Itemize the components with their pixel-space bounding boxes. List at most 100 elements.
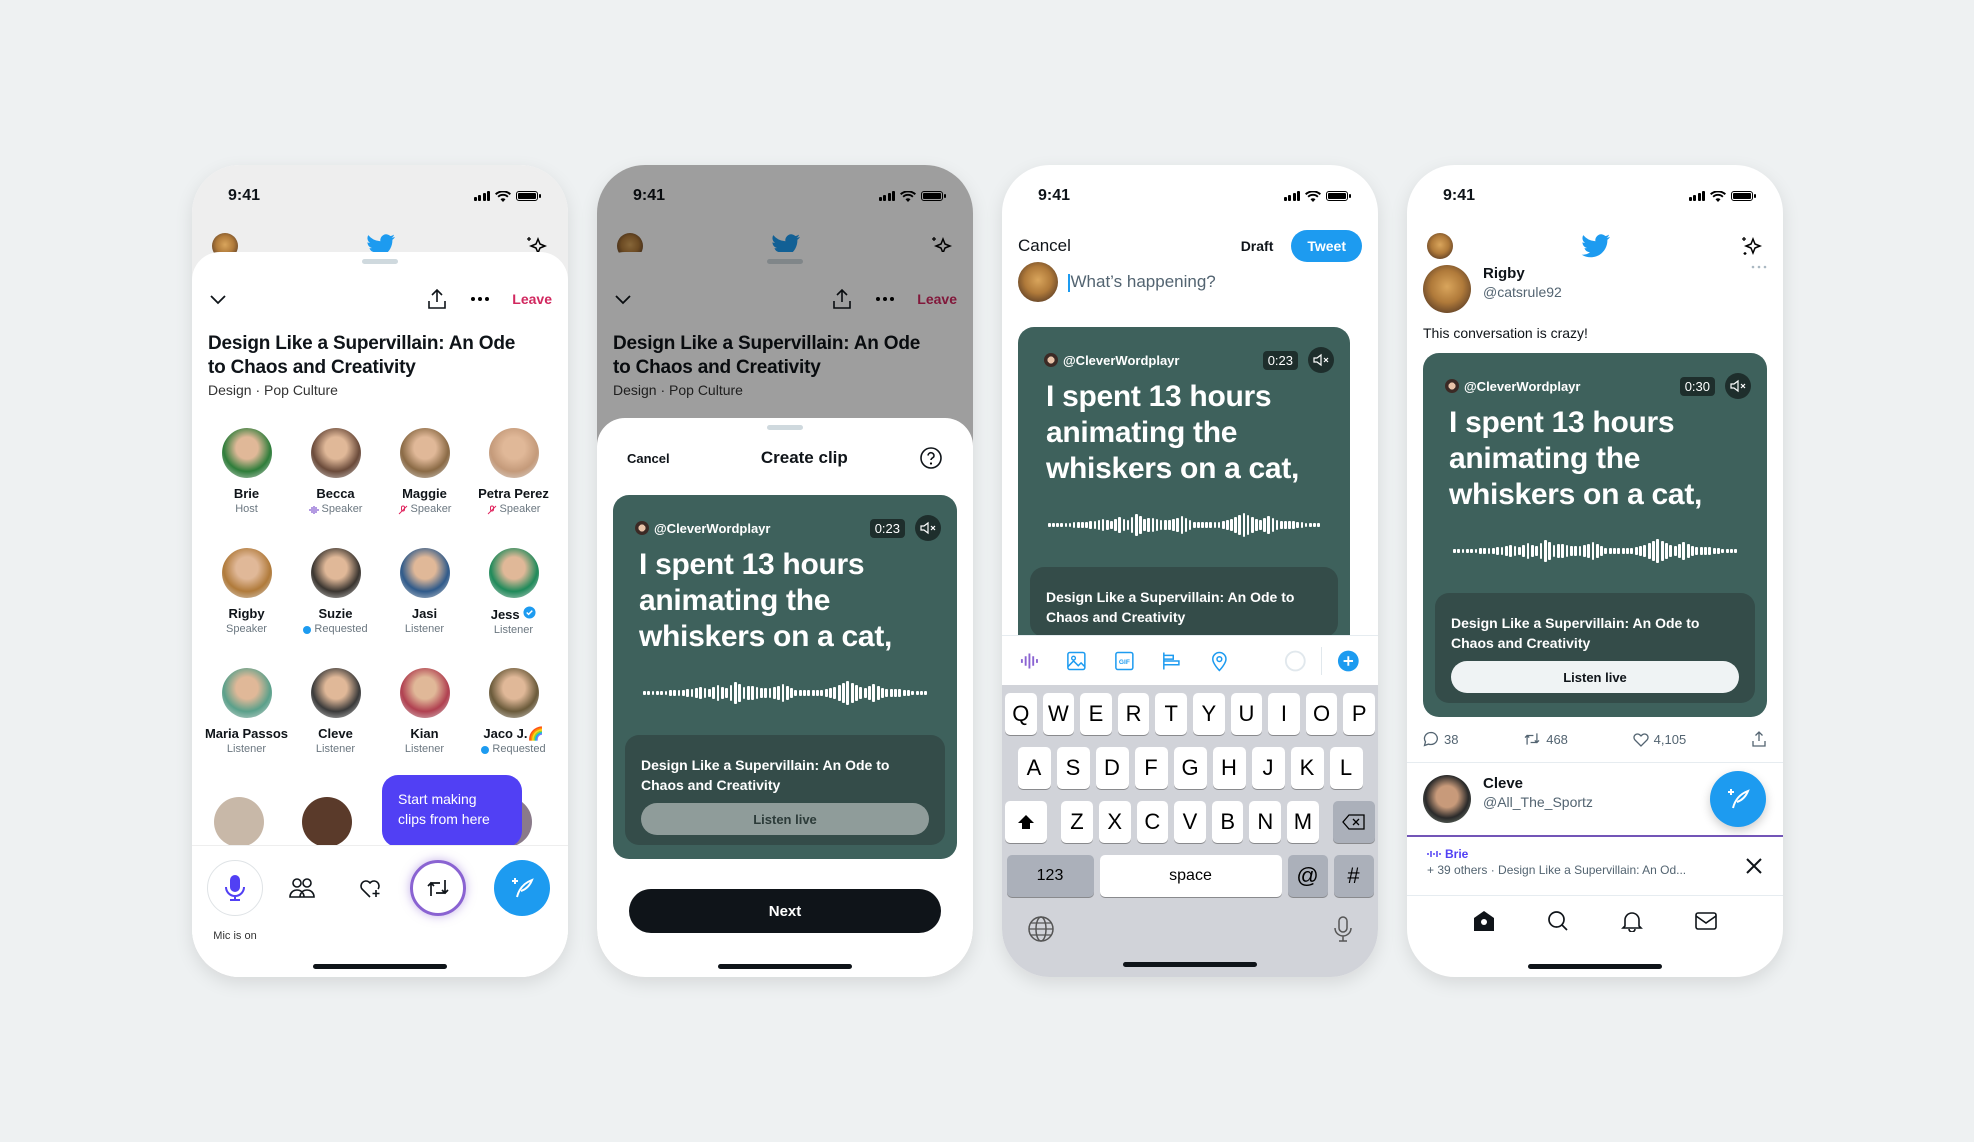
key[interactable]: E [1080,693,1112,735]
participant[interactable]: Jasi Listener [380,548,469,654]
compose-tweet-button[interactable] [1710,771,1766,827]
help-icon[interactable] [919,446,943,470]
key[interactable]: K [1290,747,1324,789]
key[interactable]: C [1136,801,1169,843]
hash-key[interactable]: # [1333,855,1374,897]
sheet-grabber[interactable] [362,259,398,264]
tweet-input[interactable]: What’s happening? [1068,272,1216,292]
retweet-button[interactable]: 468 [1523,732,1568,747]
location-icon[interactable] [1209,650,1230,672]
cancel-button[interactable]: Cancel [627,451,670,466]
key[interactable]: R [1117,693,1150,735]
key[interactable]: J [1251,747,1285,789]
share-icon[interactable] [831,288,853,310]
next-tweet-avatar[interactable] [1423,775,1471,823]
key[interactable]: D [1095,747,1129,789]
key[interactable]: W [1042,693,1075,735]
participant[interactable]: Cleve Listener [291,668,380,774]
chevron-down-icon[interactable] [208,289,228,309]
close-icon[interactable] [1745,857,1763,875]
mute-button[interactable] [1308,347,1334,373]
shift-key[interactable] [1005,801,1048,843]
listen-live-button[interactable]: Listen live [641,803,929,835]
key[interactable]: X [1098,801,1131,843]
participant-avatar[interactable] [214,797,264,847]
leave-button[interactable]: Leave [512,291,552,307]
live-space-bar[interactable]: Brie + 39 others · Design Like a Supervi… [1407,835,1783,895]
tweet-button[interactable]: Tweet [1291,230,1362,262]
key[interactable]: L [1329,747,1363,789]
cancel-button[interactable]: Cancel [1018,236,1071,256]
participant[interactable]: Rigby Speaker [202,548,291,654]
sparkle-icon[interactable] [1739,234,1763,258]
compose-tweet-button[interactable] [494,860,550,916]
share-icon[interactable] [426,288,448,310]
messages-mail-icon[interactable] [1695,911,1717,931]
spaces-audio-icon[interactable] [1020,651,1039,671]
key[interactable]: G [1173,747,1207,789]
gif-icon[interactable]: GIF [1114,650,1135,672]
at-key[interactable]: @ [1287,855,1328,897]
next-button[interactable]: Next [629,889,941,933]
image-icon[interactable] [1066,650,1087,672]
mute-button[interactable] [915,515,941,541]
participant[interactable]: Maggie Speaker [380,428,469,534]
share-button[interactable] [1751,731,1767,747]
globe-icon[interactable] [1027,915,1055,943]
key[interactable]: O [1305,693,1338,735]
notifications-bell-icon[interactable] [1621,910,1643,932]
participant[interactable]: Suzie Requested [291,548,380,654]
sheet-grabber[interactable] [767,425,803,430]
key[interactable]: A [1017,747,1051,789]
participant[interactable]: Brie Host [202,428,291,534]
key[interactable]: N [1249,801,1282,843]
key[interactable]: S [1056,747,1090,789]
participant[interactable]: Becca Speaker [291,428,380,534]
participant[interactable]: Jaco J.🌈 Requested [469,668,558,774]
participant[interactable]: Maria Passos Listener [202,668,291,774]
create-clip-button[interactable] [410,860,466,916]
mute-button[interactable] [1725,373,1751,399]
participant-avatar[interactable] [302,797,352,847]
key[interactable]: Q [1005,693,1037,735]
key[interactable]: P [1343,693,1375,735]
tweet-more-icon[interactable] [1751,265,1767,269]
poll-icon[interactable] [1161,650,1182,672]
backspace-key[interactable] [1332,801,1375,843]
key[interactable]: I [1268,693,1300,735]
next-tweet-name[interactable]: Cleve [1483,775,1593,792]
key[interactable]: T [1155,693,1187,735]
key[interactable]: U [1230,693,1263,735]
key[interactable]: B [1211,801,1244,843]
participant[interactable]: Kian Listener [380,668,469,774]
numbers-key[interactable]: 123 [1006,855,1094,897]
participant[interactable]: Petra Perez Speaker [469,428,558,534]
participant[interactable]: Jess Listener [469,548,558,654]
drafts-button[interactable]: Draft [1241,238,1274,254]
leave-button[interactable]: Leave [917,291,957,307]
key[interactable]: Z [1061,801,1093,843]
mic-button[interactable] [207,860,263,916]
key[interactable]: M [1287,801,1319,843]
sheet-grabber[interactable] [767,259,803,264]
more-icon[interactable] [470,296,490,302]
key[interactable]: V [1174,801,1206,843]
search-icon[interactable] [1547,910,1569,932]
more-icon[interactable] [875,296,895,302]
key[interactable]: Y [1193,693,1225,735]
add-thread-icon[interactable] [1337,649,1360,673]
key[interactable]: H [1212,747,1246,789]
react-button[interactable] [342,860,398,916]
chevron-down-icon[interactable] [613,289,633,309]
home-icon[interactable] [1473,910,1495,932]
clip-card[interactable]: @CleverWordplayr 0:30 I spent 13 hours a… [1423,353,1767,717]
listen-live-button[interactable]: Listen live [1451,661,1739,693]
like-button[interactable]: 4,105 [1632,732,1686,747]
tweet-author-avatar[interactable] [1423,265,1471,313]
tweet-author-name[interactable]: Rigby [1483,265,1739,282]
key[interactable]: F [1134,747,1168,789]
participants-button[interactable] [274,860,330,916]
space-key[interactable]: space [1099,855,1282,897]
profile-avatar[interactable] [1427,233,1453,259]
dictation-mic-icon[interactable] [1333,915,1353,943]
